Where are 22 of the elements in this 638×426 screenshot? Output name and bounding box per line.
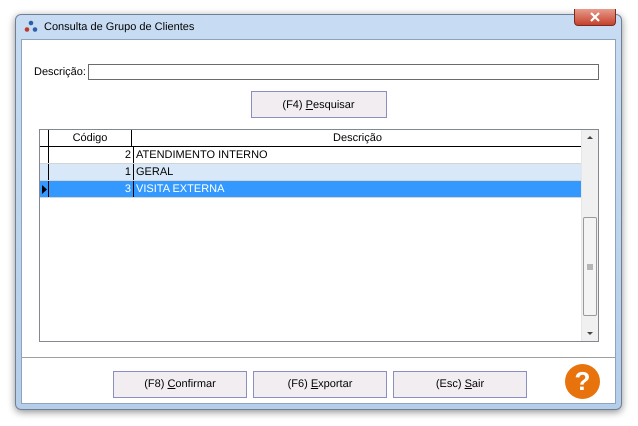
table-row[interactable]: 1 GERAL [40,164,581,181]
scroll-thumb[interactable] [583,217,597,316]
window-title: Consulta de Grupo de Clientes [44,21,194,33]
scrollbar[interactable] [581,130,598,341]
action-button[interactable]: (Esc) Sair [393,370,527,398]
column-header[interactable]: Descrição [132,130,581,146]
action-button[interactable]: (F6) Exportar [253,370,387,398]
table-cell-text: GERAL [135,165,174,180]
table-cell-text: ATENDIMENTO INTERNO [135,148,269,163]
table-cell: 2 [49,147,134,163]
table-cell: 1 [49,164,134,180]
field-label: Descrição: [34,66,86,78]
app-icon [24,20,38,34]
description-field[interactable] [88,64,599,80]
close-icon [589,12,601,22]
column-header[interactable]: Código [49,130,132,146]
action-button[interactable]: (F8) Confirmar [113,370,247,398]
table-cell: 3 [49,181,134,197]
table-cell-text: VISITA EXTERNA [135,182,226,197]
close-button[interactable] [574,9,616,26]
search-button[interactable]: (F4) Pesquisar [250,91,386,118]
current-row-icon [42,184,46,194]
